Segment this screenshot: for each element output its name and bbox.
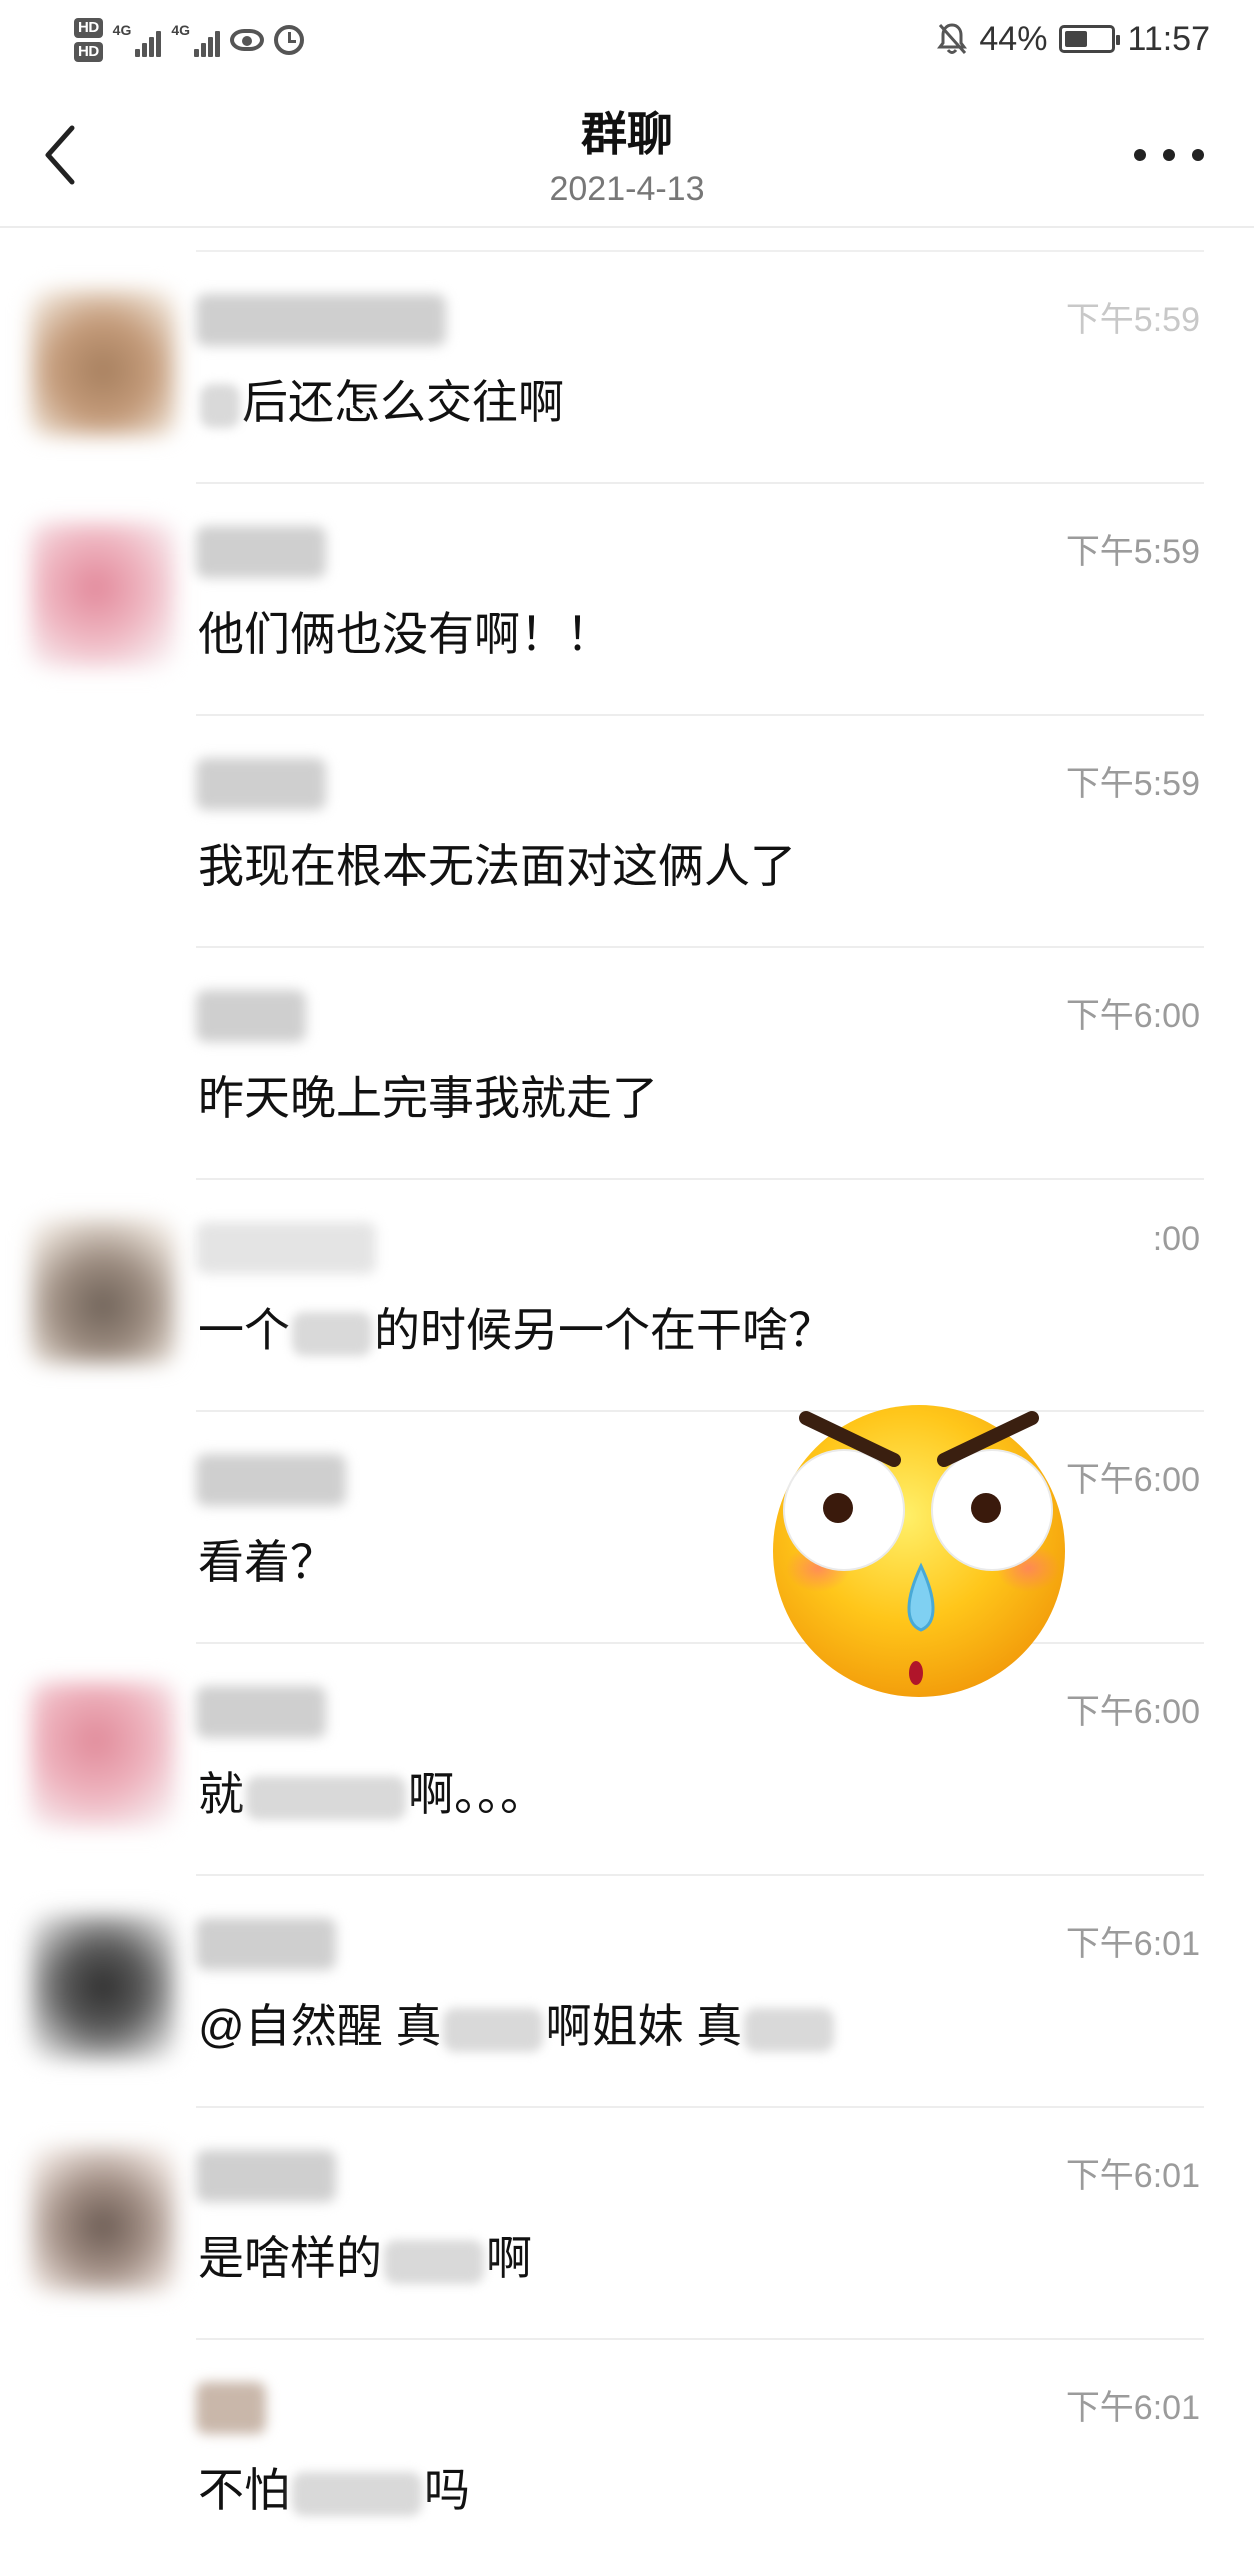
message-row[interactable]: 下午6:01 是啥样的 啊 <box>0 2108 1254 2340</box>
message-row[interactable]: 下午5:59 我现在根本无法面对这俩人了 <box>0 716 1254 948</box>
message-text-main: 啊姐妹 真 <box>545 2000 743 2052</box>
message-text-pre: @自然醒 真 <box>198 2000 442 2052</box>
message-time: 下午6:01 <box>1065 1925 1200 1963</box>
page-title: 群聊 <box>581 108 673 160</box>
avatar[interactable] <box>30 1682 176 1828</box>
redacted-text <box>246 1775 406 1820</box>
mute-bell-icon <box>937 23 968 54</box>
message-row[interactable]: 下午6:00 昨天晚上完事我就走了 <box>0 948 1254 1180</box>
message-text: 就 啊。。。 <box>198 1758 546 1824</box>
redacted-text <box>384 2239 484 2284</box>
hd-badge-1: HD <box>74 18 103 38</box>
nav-bar: 群聊 2021-4-13 <box>0 78 1254 228</box>
sender-name-redacted <box>196 1918 336 1970</box>
signal-icon-2: 4G <box>171 22 221 57</box>
network-type-1: 4G <box>112 22 132 38</box>
status-left: HD HD 4G 4G <box>74 10 305 70</box>
redacted-text <box>443 2007 544 2052</box>
message-text: 看着？ <box>198 1536 336 1588</box>
message-text-pre: 一个 <box>198 1304 290 1356</box>
sender-name-redacted <box>196 526 326 578</box>
message-time: 下午6:00 <box>1065 1693 1200 1731</box>
signal-icon: 4G <box>113 23 162 57</box>
redacted-text <box>292 1311 372 1356</box>
message-text: 昨天晚上完事我就走了 <box>198 1072 658 1124</box>
sender-name-redacted <box>196 1222 376 1274</box>
message-time: 下午6:01 <box>1065 2389 1200 2427</box>
message-text: @自然醒 真 啊姐妹 真 <box>198 1990 836 2056</box>
sender-name-redacted <box>196 2382 266 2434</box>
message-text: 一个 的时候另一个在干啥？ <box>198 1294 834 1360</box>
message-row[interactable]: 下午6:01 @自然醒 真 啊姐妹 真 <box>0 1876 1254 2108</box>
sender-name-redacted <box>196 1686 326 1738</box>
message-text-main: 的时候另一个在干啥？ <box>374 1304 834 1356</box>
message-row[interactable]: 下午6:01 不怕 吗 <box>0 2340 1254 2560</box>
avatar[interactable] <box>30 290 176 436</box>
sender-name-redacted <box>196 294 446 346</box>
hd-icon: HD HD <box>74 18 103 62</box>
message-time: 下午5:59 <box>1065 533 1200 571</box>
sender-name-redacted <box>196 2150 336 2202</box>
message-time: 下午6:01 <box>1065 2157 1200 2195</box>
message-time: 下午5:59 <box>1065 301 1200 339</box>
message-text-main: 吗 <box>424 2464 470 2516</box>
message-text: 我现在根本无法面对这俩人了 <box>198 840 796 892</box>
eye-icon <box>230 29 265 51</box>
message-time: 下午6:00 <box>1065 1461 1200 1499</box>
message-text: 他们俩也没有啊！！ <box>198 608 612 660</box>
hd-badge-2: HD <box>74 42 103 62</box>
message-time: 下午6:00 <box>1065 997 1200 1035</box>
page-subtitle-date: 2021-4-13 <box>549 170 705 208</box>
avatar[interactable] <box>30 522 176 668</box>
angry-emoji-sticker-icon <box>773 1405 1065 1697</box>
message-row[interactable]: 下午5:59 后还怎么交往啊 <box>0 252 1254 484</box>
message-text: 是啥样的 啊 <box>198 2222 532 2288</box>
redacted-text <box>744 2007 835 2052</box>
message-time: 下午5:59 <box>1065 765 1200 803</box>
battery-icon <box>1059 25 1121 53</box>
status-right: 44% 11:57 <box>937 14 1210 64</box>
message-list[interactable]: 下午5:59 后还怎么交往啊 下午5:59 他们俩也没有啊！！ 下午5:59 我… <box>0 230 1254 2560</box>
battery-percent: 44% <box>979 19 1048 58</box>
avatar[interactable] <box>30 2146 176 2292</box>
message-text: 后还怎么交往啊 <box>198 366 564 432</box>
message-text-pre: 不怕 <box>198 2464 290 2516</box>
redacted-text <box>292 2471 422 2516</box>
message-text-pre: 就 <box>198 1768 244 1820</box>
more-dots-icon[interactable] <box>1134 130 1204 180</box>
alarm-icon <box>274 25 305 55</box>
message-time: :00 <box>1152 1220 1200 1258</box>
message-row[interactable]: 下午5:59 他们俩也没有啊！！ <box>0 484 1254 716</box>
clock-time: 11:57 <box>1127 19 1210 58</box>
network-type-2: 4G <box>171 22 191 38</box>
message-text-main: 啊。。。 <box>408 1768 546 1820</box>
message-text-pre: 是啥样的 <box>198 2232 382 2284</box>
message-text-main: 后还怎么交往啊 <box>242 376 564 428</box>
message-text-main: 啊 <box>486 2232 532 2284</box>
message-text: 不怕 吗 <box>198 2454 470 2520</box>
avatar[interactable] <box>30 1914 176 2060</box>
sender-name-redacted <box>196 1454 346 1506</box>
redacted-text <box>200 383 240 428</box>
status-bar: HD HD 4G 4G 44% 11:57 <box>0 0 1254 78</box>
sender-name-redacted <box>196 758 326 810</box>
avatar[interactable] <box>30 1218 176 1364</box>
message-row[interactable]: :00 一个 的时候另一个在干啥？ <box>0 1180 1254 1412</box>
sender-name-redacted <box>196 990 306 1042</box>
